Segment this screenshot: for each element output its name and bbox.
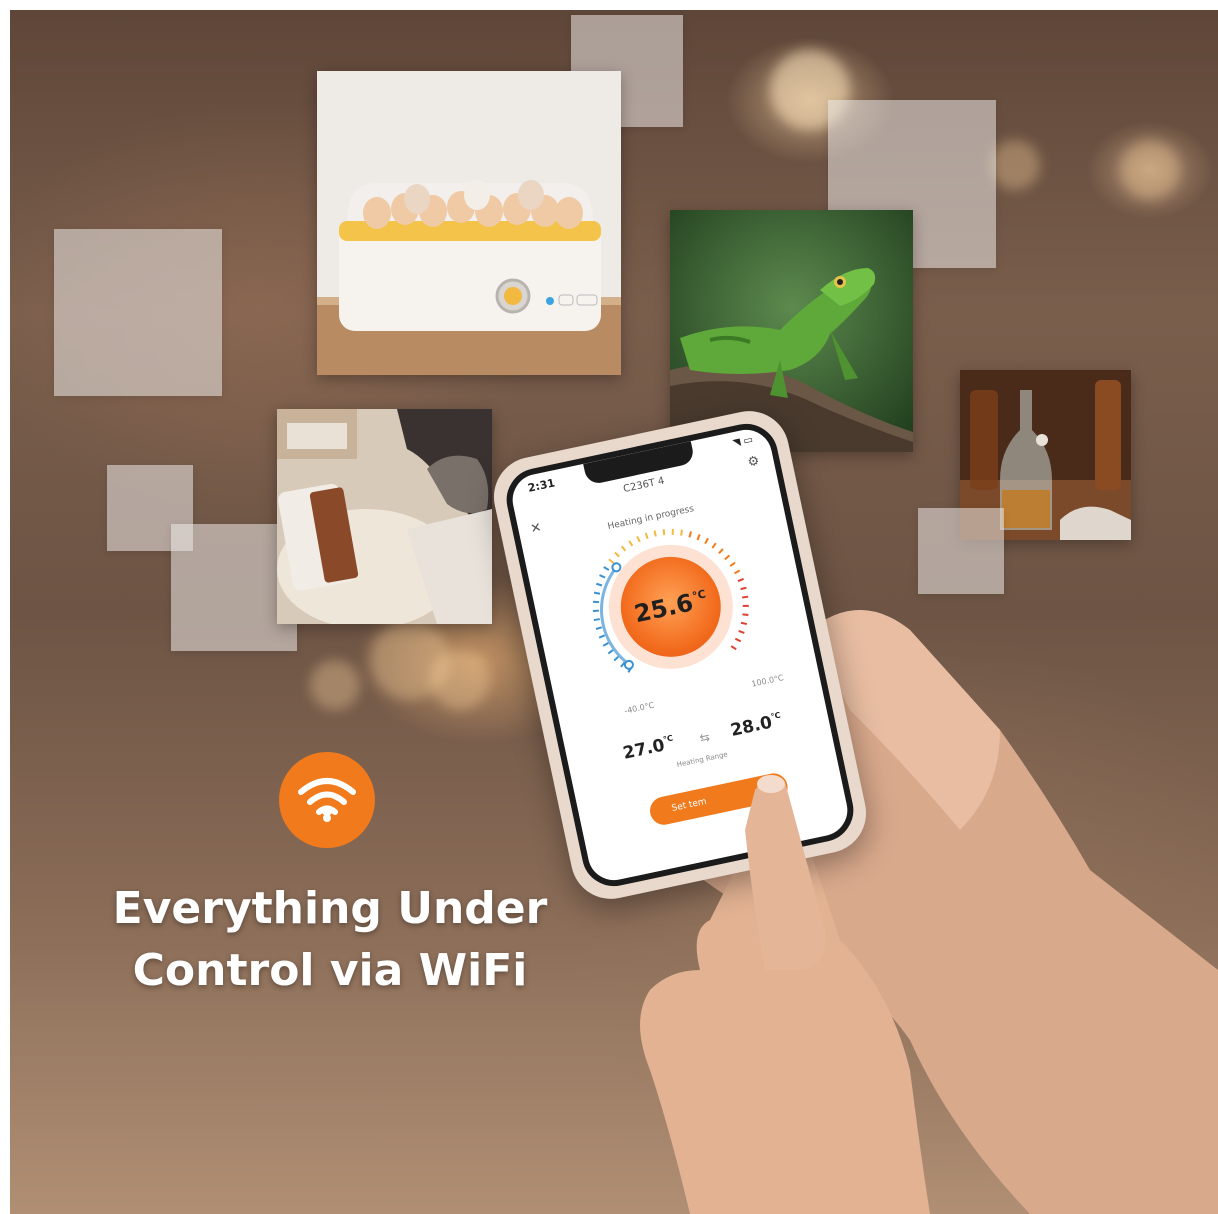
range-high-number: 28.0	[728, 712, 775, 741]
headline-line-1: Everything Under	[112, 883, 548, 934]
dial-tick	[644, 532, 649, 540]
bokeh-light	[430, 650, 490, 710]
dial-tick	[598, 634, 606, 639]
signal-battery-icon: ◥ ▭	[731, 434, 754, 450]
range-high-value[interactable]: 28.0°C	[729, 711, 784, 741]
close-icon[interactable]: ✕	[529, 520, 543, 537]
iguana-photo	[670, 210, 913, 452]
dial-tick	[688, 531, 692, 538]
dial-tick	[628, 540, 634, 547]
bokeh-light	[310, 660, 360, 710]
dial-tick	[607, 649, 614, 655]
dial-tick	[740, 586, 747, 591]
status-time: 2:31	[526, 476, 557, 495]
dial-tick	[742, 595, 749, 599]
dial-tick	[613, 655, 620, 662]
dial-tick	[653, 530, 657, 537]
dial-tick	[680, 529, 683, 536]
dial-tick	[662, 529, 666, 536]
dial-tick	[614, 551, 620, 558]
temperature-dial[interactable]: 25.6 °C	[561, 509, 782, 715]
wifi-icon	[279, 752, 375, 848]
dial-tick	[608, 558, 615, 564]
dial-tick	[734, 637, 742, 643]
range-low-number: 27.0	[621, 735, 667, 764]
bokeh-light	[1120, 140, 1180, 200]
dial-tick	[740, 621, 748, 626]
current-temp-unit: °C	[690, 586, 707, 603]
dial-tick	[729, 561, 736, 567]
dial-tick	[596, 582, 603, 587]
dial-tick	[711, 542, 717, 549]
space-heater-with-cat-photo	[277, 409, 492, 624]
swap-arrows-icon: ⇆	[698, 729, 712, 746]
dial-tick	[593, 591, 601, 595]
range-low-value[interactable]: 27.0°C	[621, 733, 676, 763]
dial-tick	[593, 618, 600, 622]
frosted-tile	[54, 229, 222, 396]
dial-tick	[595, 626, 603, 630]
dial-tick	[738, 629, 745, 634]
dial-tick	[718, 548, 724, 555]
dial-tick	[620, 545, 627, 552]
current-temp-value: 25.6	[631, 588, 696, 629]
dial-tick	[742, 613, 749, 617]
range-high-unit: °C	[769, 710, 782, 722]
egg-incubator-photo	[317, 71, 621, 375]
dial-tick	[696, 534, 701, 541]
dial-tick	[599, 574, 606, 579]
range-low-unit: °C	[662, 733, 674, 745]
bokeh-light	[990, 140, 1040, 190]
dial-tick	[602, 641, 609, 647]
headline: Everything Under Control via WiFi	[50, 878, 610, 1002]
dial-tick	[724, 554, 731, 561]
dial-tick	[592, 600, 600, 604]
dial-tick	[734, 569, 741, 575]
dial-tick	[730, 645, 737, 651]
dial-tick	[737, 577, 744, 582]
dial-tick	[636, 536, 641, 543]
background-scene: 2:31 ◥ ▭ C236T 4 ✕ ⚙ Heating in progress…	[10, 10, 1218, 1214]
dial-tick	[671, 528, 674, 535]
headline-line-2: Control via WiFi	[132, 945, 528, 996]
dial-tick	[704, 537, 709, 545]
dial-tick	[742, 604, 749, 607]
dial-tick	[592, 609, 599, 612]
index-finger	[745, 775, 826, 970]
dial-tick	[603, 566, 610, 571]
